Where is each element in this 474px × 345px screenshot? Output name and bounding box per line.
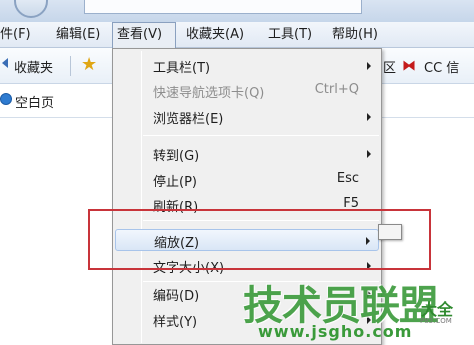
globe-icon [0,93,12,105]
menu-item-quick-tabs: 快速导航选项卡(Q) Ctrl+Q [115,80,379,102]
chevron-right-icon [367,150,371,158]
menu-edit[interactable]: 编辑(E) [56,22,100,47]
chevron-right-icon [367,62,371,70]
back-button[interactable] [14,0,48,18]
address-bar[interactable] [84,0,362,14]
menu-divider [143,135,379,136]
menu-item-label: 样式(Y) [153,315,198,330]
annotation-highlight-box [88,209,431,270]
toolbar-separator [70,56,71,76]
menu-item-label: 转到(G) [153,149,200,164]
menu-item-toolbars[interactable]: 工具栏(T) [115,55,379,77]
menu-item-shortcut: Ctrl+Q [314,82,359,97]
favorites-link-partial[interactable]: 区 [383,57,396,76]
menu-tools[interactable]: 工具(T) [268,22,312,47]
favorites-link-cc[interactable]: CC 信 [424,57,459,76]
menu-item-label: 停止(P) [153,175,197,190]
menu-favorites[interactable]: 收藏夹(A) [186,22,244,47]
title-bar [0,0,474,22]
star-icon[interactable]: ★ [81,54,97,75]
menu-item-label: 编码(D) [153,289,200,304]
cc-logo-icon: ⧓ [402,58,416,74]
menu-item-label: 浏览器栏(E) [153,112,224,127]
menu-view[interactable]: 查看(V) [112,22,176,48]
menu-item-explorer-bars[interactable]: 浏览器栏(E) [115,106,379,128]
tab-blank-page[interactable]: 空白页 [15,92,54,111]
favorites-button[interactable]: 收藏夹 [14,57,53,76]
menu-item-go-to[interactable]: 转到(G) [115,143,379,165]
watermark-url: www.jsgho.com [258,322,413,341]
menu-item-label: 快速导航选项卡(Q) [153,86,265,101]
menu-bar: 件(F) 编辑(E) 查看(V) 收藏夹(A) 工具(T) 帮助(H) [0,22,474,48]
chevron-left-icon[interactable] [2,58,8,68]
menu-file[interactable]: 件(F) [0,22,31,47]
menu-help[interactable]: 帮助(H) [332,22,378,47]
menu-item-stop[interactable]: 停止(P) Esc [115,169,379,191]
watermark-small-text: P85.COM [420,317,452,325]
menu-item-label: 工具栏(T) [153,61,211,76]
menu-item-shortcut: Esc [336,171,359,186]
chevron-right-icon [367,113,371,121]
